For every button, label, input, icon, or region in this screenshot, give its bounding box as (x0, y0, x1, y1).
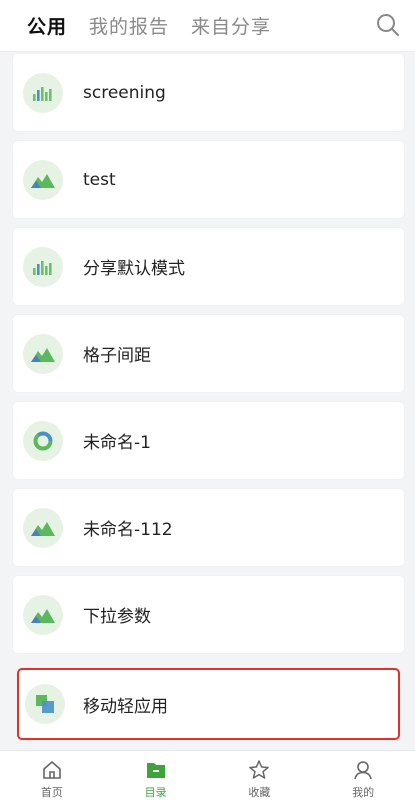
report-title: 未命名-1 (83, 433, 151, 453)
report-card-screening[interactable]: screening (13, 54, 404, 131)
tabbar-item-catalog[interactable]: 目录 (104, 751, 208, 807)
tab-public[interactable]: 公用 (27, 12, 67, 39)
tabbar-label: 首页 (40, 786, 63, 799)
search-icon (377, 14, 399, 36)
report-card-untitled-112[interactable]: 未命名-112 (13, 489, 404, 566)
bar-chart-icon (23, 72, 63, 113)
report-title: test (83, 169, 116, 190)
tab-my-reports[interactable]: 我的报告 (89, 12, 169, 39)
tabbar-label: 收藏 (248, 786, 271, 799)
category-tabs: 公用 我的报告 来自分享 (0, 0, 293, 51)
tabbar-item-mine[interactable]: 我的 (311, 751, 415, 807)
tabbar-label: 目录 (144, 786, 167, 799)
search-button[interactable] (375, 12, 401, 38)
report-title: 分享默认模式 (83, 259, 185, 279)
report-card-mobile-app[interactable]: 移动轻应用 (17, 668, 400, 740)
star-icon (249, 760, 270, 779)
report-title: screening (83, 82, 166, 103)
report-title: 未命名-112 (83, 520, 173, 540)
bottom-tab-bar: 首页 目录 收藏 我的 (0, 750, 415, 807)
report-title: 格子间距 (83, 346, 151, 366)
home-icon (43, 761, 61, 779)
report-card-untitled-1[interactable]: 未命名-1 (13, 402, 404, 479)
catalog-folder-icon (146, 763, 165, 778)
area-chart-icon (23, 507, 63, 548)
bar-chart-icon (23, 246, 63, 287)
report-card-dropdown-params[interactable]: 下拉参数 (13, 576, 404, 653)
top-header: 公用 我的报告 来自分享 (0, 0, 415, 52)
area-chart-icon (23, 159, 63, 200)
report-card-grid-spacing[interactable]: 格子间距 (13, 315, 404, 392)
report-card-test[interactable]: test (13, 141, 404, 218)
tabbar-item-home[interactable]: 首页 (0, 751, 104, 807)
area-chart-icon (23, 594, 63, 635)
user-icon (354, 761, 372, 780)
report-title: 下拉参数 (83, 607, 151, 627)
report-title: 移动轻应用 (83, 696, 168, 717)
area-chart-icon (23, 333, 63, 374)
report-list[interactable]: screening test 分享默认模式 格子间距 未命名-1 未命名-112… (0, 52, 415, 750)
donut-chart-icon (23, 420, 63, 461)
report-card-share-default[interactable]: 分享默认模式 (13, 228, 404, 305)
tab-shared[interactable]: 来自分享 (191, 12, 271, 39)
tabbar-item-favorites[interactable]: 收藏 (208, 751, 312, 807)
app-squares-icon (25, 684, 65, 724)
tabbar-label: 我的 (352, 786, 375, 799)
